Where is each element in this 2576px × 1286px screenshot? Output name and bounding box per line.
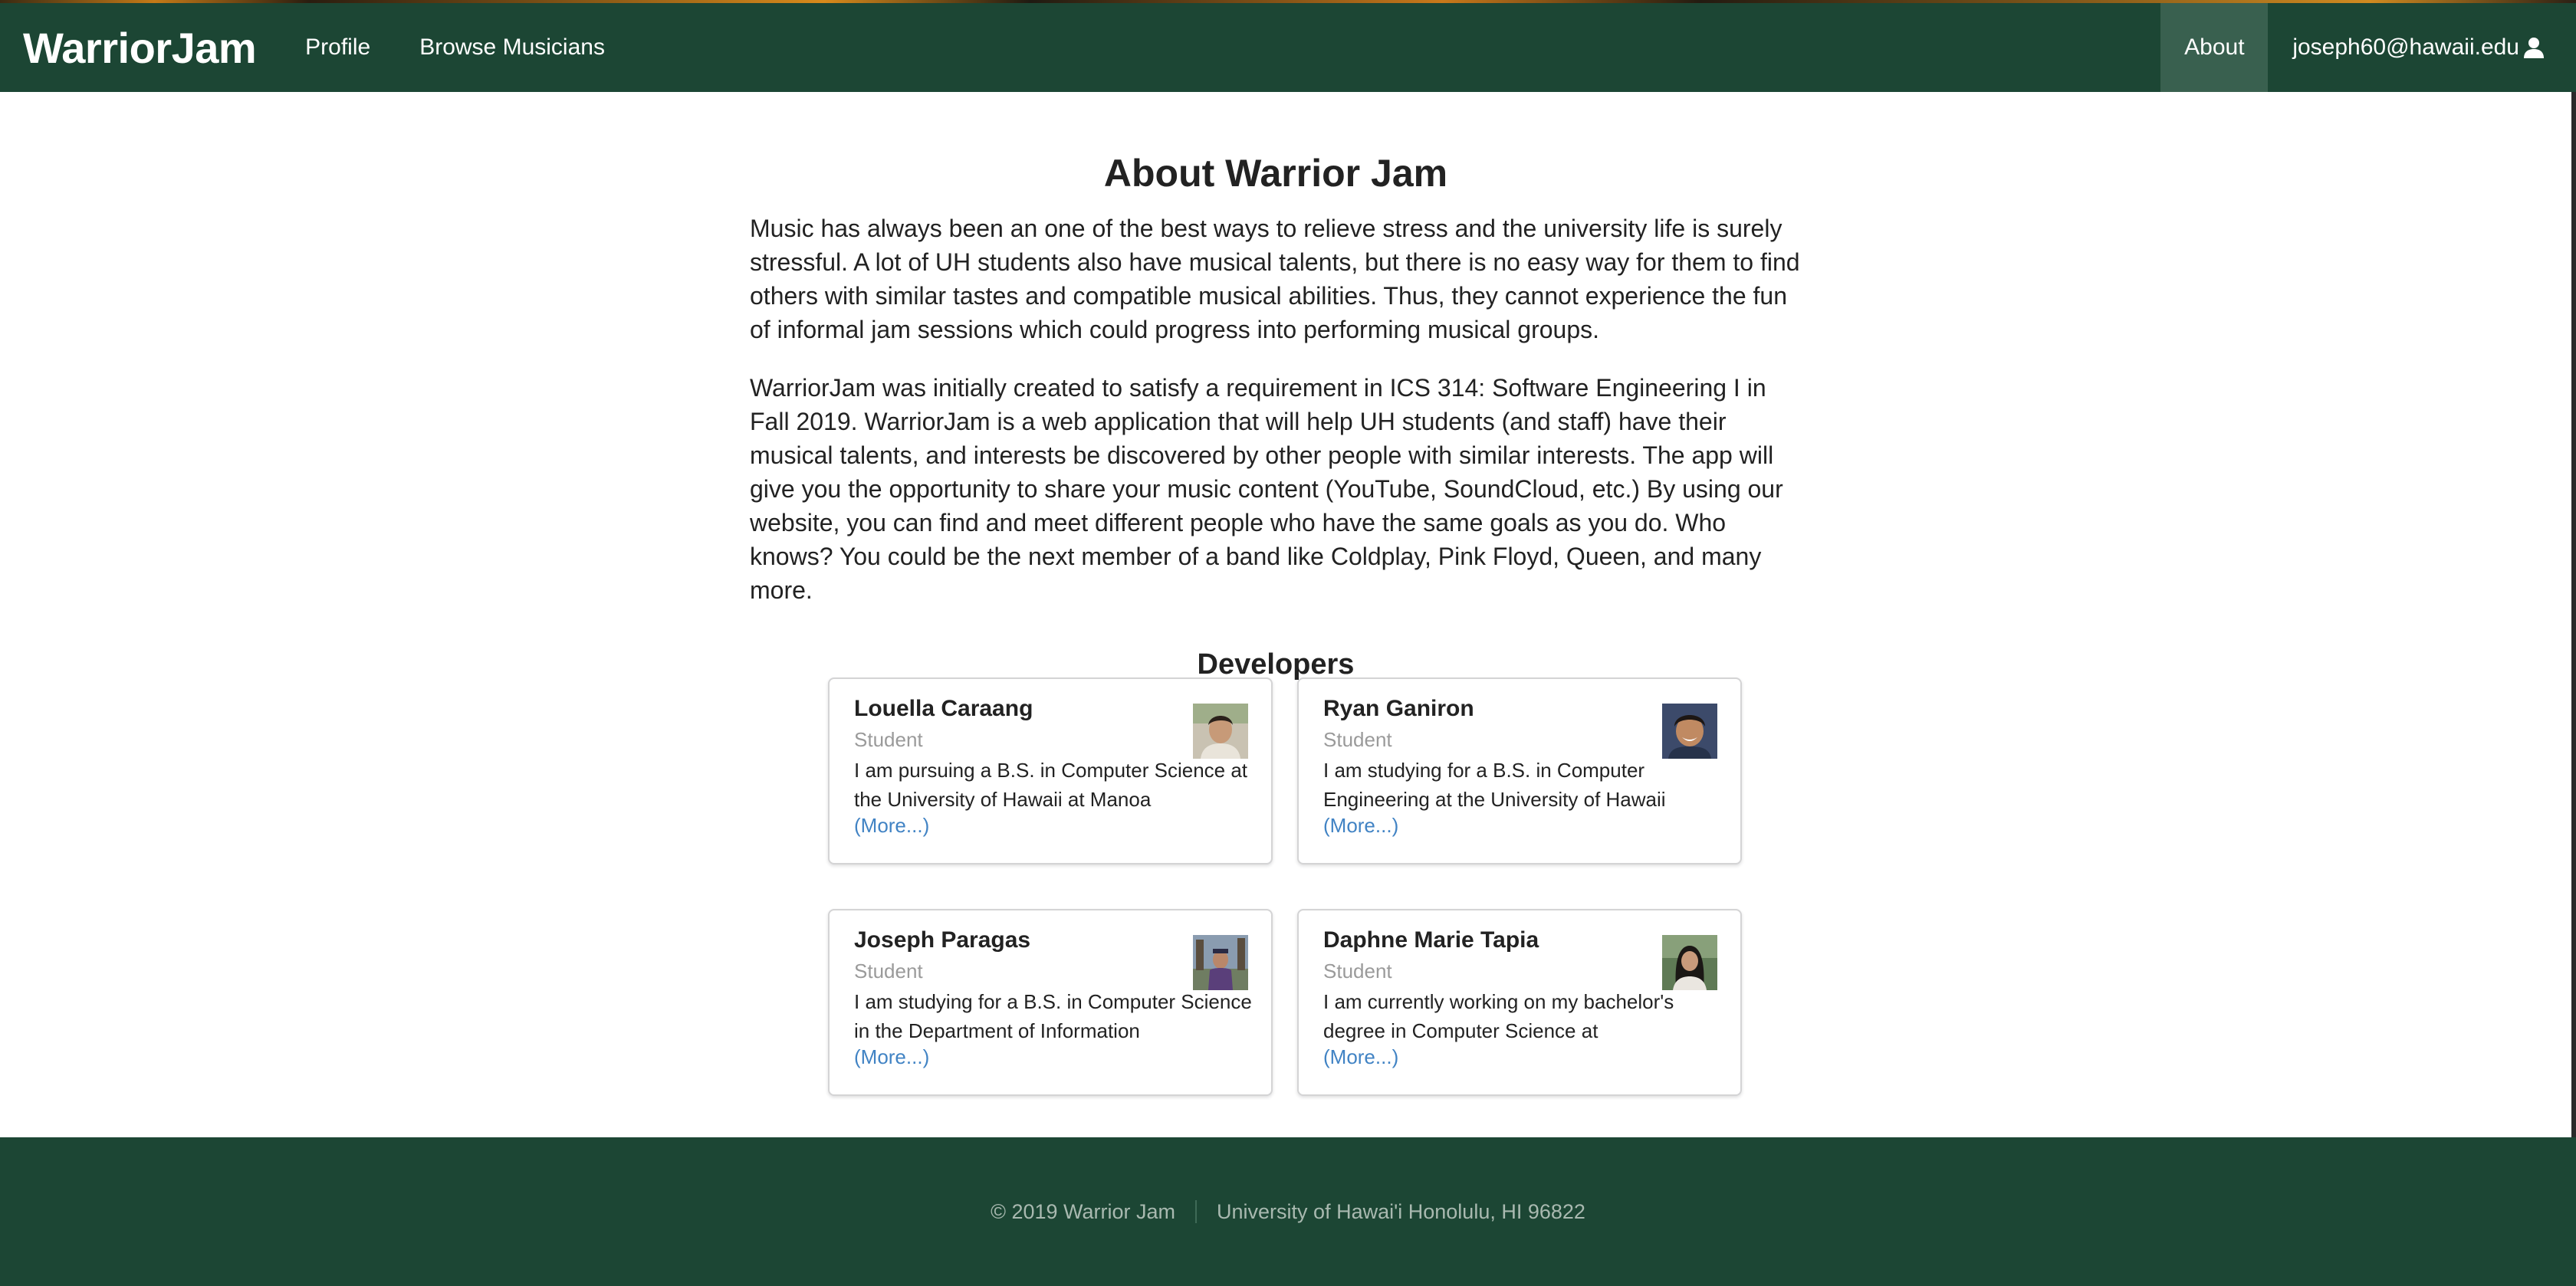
developer-role: Student (854, 728, 923, 751)
developer-card: Louella Caraang Student I am pursuing a … (828, 677, 1273, 864)
footer-copyright: © 2019 Warrior Jam (991, 1199, 1176, 1223)
footer-address: University of Hawai'i Honolulu, HI 96822 (1217, 1199, 1585, 1223)
developer-card: Daphne Marie Tapia Student I am currentl… (1297, 909, 1742, 1096)
developer-card: Ryan Ganiron Student I am studying for a… (1297, 677, 1742, 864)
developer-card: Joseph Paragas Student I am studying for… (828, 909, 1273, 1096)
developer-description: I am studying for a B.S. in Computer Sci… (854, 990, 1252, 1042)
developer-role: Student (1323, 960, 1392, 983)
footer: © 2019 Warrior Jam University of Hawai'i… (0, 1137, 2576, 1286)
developer-name: Joseph Paragas (854, 927, 1031, 953)
window-edge (2571, 92, 2576, 1137)
history-paragraph: WarriorJam was initially created to sati… (750, 374, 1783, 604)
person-photo-icon (1662, 935, 1717, 990)
user-icon (2522, 36, 2545, 59)
footer-divider (1195, 1200, 1198, 1223)
developer-name: Ryan Ganiron (1323, 696, 1474, 721)
nav-link-profile[interactable]: Profile (305, 34, 370, 61)
intro-paragraph: Music has always been an one of the best… (750, 215, 1800, 343)
more-link[interactable]: (More...) (854, 814, 929, 838)
person-photo-icon (1193, 935, 1248, 990)
person-photo-icon (1193, 704, 1248, 759)
developers-heading: Developers (1197, 648, 1355, 681)
more-link[interactable]: (More...) (854, 1045, 929, 1069)
developer-role: Student (1323, 728, 1392, 751)
page-title: About Warrior Jam (1103, 152, 1448, 195)
developer-description: I am pursuing a B.S. in Computer Science… (854, 759, 1248, 811)
brand-logo[interactable]: WarriorJam (23, 23, 257, 73)
more-link[interactable]: (More...) (1323, 1045, 1398, 1069)
developer-role: Student (854, 960, 923, 983)
top-navbar: WarriorJam Profile Browse Musicians Abou… (0, 3, 2576, 92)
nav-link-about[interactable]: About (2160, 3, 2269, 92)
about-content: About Warrior Jam Music has always been … (750, 92, 1802, 681)
developer-description: I am currently working on my bachelor's … (1323, 990, 1674, 1042)
more-link[interactable]: (More...) (1323, 814, 1398, 838)
nav-right-group: About joseph60@hawaii.edu (2160, 3, 2576, 92)
developer-name: Daphne Marie Tapia (1323, 927, 1539, 953)
footer-content: © 2019 Warrior Jam University of Hawai'i… (991, 1200, 1585, 1224)
developer-name: Louella Caraang (854, 696, 1033, 721)
nav-link-browse-musicians[interactable]: Browse Musicians (419, 34, 605, 61)
user-email: joseph60@hawaii.edu (2292, 34, 2519, 60)
person-photo-icon (1662, 704, 1717, 759)
user-menu[interactable]: joseph60@hawaii.edu (2268, 3, 2576, 92)
developer-description: I am studying for a B.S. in Computer Eng… (1323, 759, 1666, 811)
